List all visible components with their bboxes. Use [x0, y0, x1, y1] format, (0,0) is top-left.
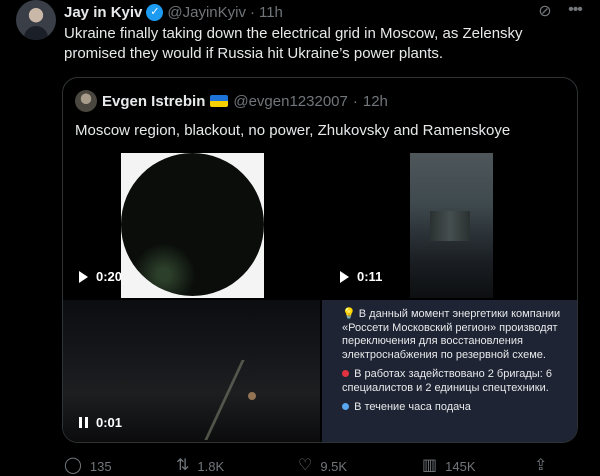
quoted-tweet-card[interactable]: Evgen Istrebin @evgen1232007 · 12h Mosco… [62, 77, 578, 443]
author-avatar[interactable] [16, 0, 56, 40]
ru-paragraph-3: В течение часа подача [354, 401, 471, 413]
duration-label-3: 0:01 [96, 415, 123, 430]
verified-badge-icon: ✓ [146, 3, 164, 21]
tweet-timestamp[interactable]: 11h [259, 4, 283, 21]
views-button[interactable]: ▥ 145K [422, 458, 534, 474]
ru-paragraph-2: В работах задействовано 2 бригады: 6 спе… [342, 368, 552, 394]
video-frame-circle [121, 153, 264, 296]
author-name[interactable]: Jay in Kyiv [64, 4, 142, 21]
author-handle[interactable]: @JayinKyiv [167, 4, 246, 21]
tweet-action-bar: ◯ 135 ⇅ 1.8K ♡ 9.5K ▥ 145K ⇪ [64, 456, 584, 476]
repost-count: 1.8K [197, 458, 225, 474]
tweet-text: Ukraine finally taking down the electric… [64, 25, 523, 62]
quote-author-avatar[interactable] [75, 90, 97, 112]
like-button[interactable]: ♡ 9.5K [298, 458, 422, 474]
street-light [248, 392, 256, 400]
video-thumbnail-3[interactable]: 0:01 [63, 300, 320, 442]
pause-icon[interactable] [79, 417, 88, 428]
quote-dot-separator: · [352, 92, 358, 110]
reply-button[interactable]: ◯ 135 [64, 458, 176, 474]
duration-label-1: 0:20 [96, 269, 123, 284]
quote-timestamp[interactable]: 12h [363, 93, 388, 110]
image-thumbnail-4[interactable]: 💡 В данный момент энергетики компании «Р… [322, 300, 577, 442]
video-frame-2 [410, 153, 493, 298]
red-dot-icon [342, 370, 349, 377]
quote-author-name[interactable]: Evgen Istrebin [102, 93, 205, 110]
russian-post-screenshot: 💡 В данный момент энергетики компании «Р… [342, 308, 572, 421]
video-duration-1: 0:20 [79, 269, 122, 284]
video-thumbnail-1[interactable]: 0:20 [63, 153, 320, 298]
tweet-header: Jay in Kyiv ✓ @JayinKyiv · 11h [64, 2, 283, 22]
views-icon: ▥ [422, 457, 438, 474]
video-thumbnail-2[interactable]: 0:11 [322, 153, 577, 298]
share-icon: ⇪ [534, 457, 548, 474]
video-duration-3: 0:01 [79, 415, 122, 430]
play-icon[interactable] [79, 270, 88, 283]
dot-separator: · [249, 3, 255, 21]
duration-label-2: 0:11 [357, 269, 383, 284]
repost-button[interactable]: ⇅ 1.8K [176, 458, 298, 474]
ru-paragraph-1: В данный момент энергетики компании «Рос… [342, 308, 561, 361]
reply-icon: ◯ [64, 457, 82, 474]
play-icon[interactable] [340, 270, 349, 283]
quote-header: Evgen Istrebin @evgen1232007 · 12h [75, 90, 388, 112]
blue-dot-icon [342, 403, 349, 410]
quote-text: Moscow region, blackout, no power, Zhuko… [75, 122, 511, 139]
grok-icon[interactable]: ⊘ [536, 3, 554, 21]
ukraine-flag-icon [210, 95, 229, 107]
like-count: 9.5K [320, 458, 348, 474]
repost-icon: ⇅ [176, 457, 190, 474]
view-count: 145K [445, 458, 476, 474]
reply-count: 135 [89, 458, 112, 474]
share-button[interactable]: ⇪ [534, 458, 547, 474]
lightbulb-icon: 💡 [342, 308, 356, 320]
more-options-icon[interactable]: ••• [566, 2, 584, 21]
heart-icon: ♡ [298, 457, 313, 474]
road-marking [204, 360, 245, 440]
video-duration-2: 0:11 [340, 269, 382, 284]
quote-author-handle[interactable]: @evgen1232007 [233, 93, 348, 110]
